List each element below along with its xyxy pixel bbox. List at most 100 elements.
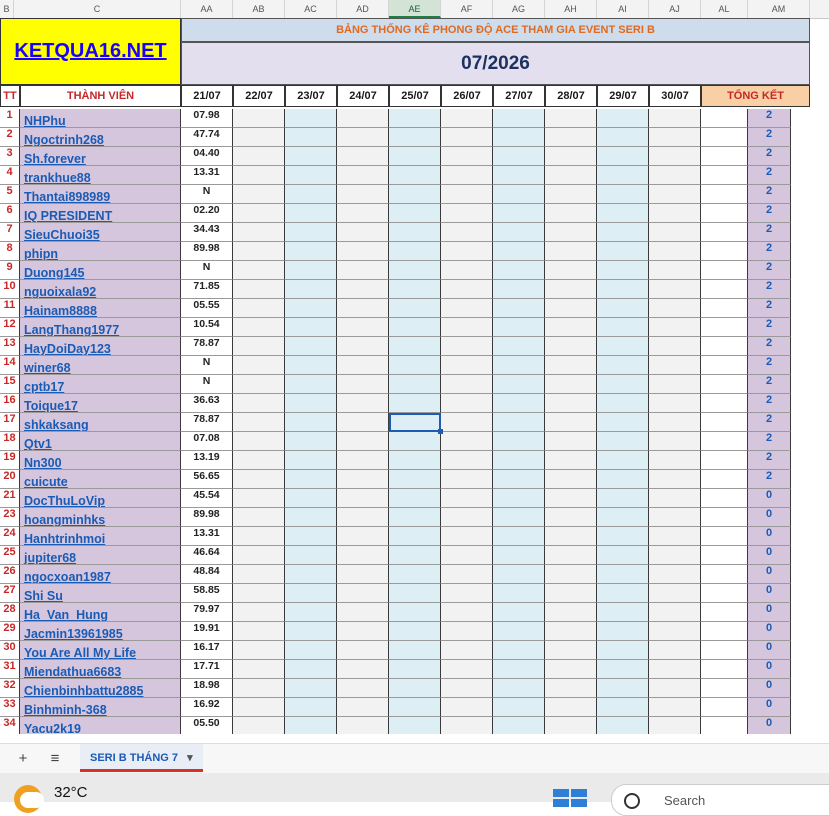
result-cell[interactable] (649, 470, 701, 489)
result-cell[interactable] (545, 299, 597, 318)
result-cell[interactable] (493, 622, 545, 641)
score-cell[interactable]: 2 (748, 318, 791, 337)
result-cell[interactable] (389, 223, 441, 242)
summary-cell[interactable] (701, 698, 748, 717)
result-cell[interactable] (389, 489, 441, 508)
summary-cell[interactable] (701, 451, 748, 470)
column-header-c[interactable]: C (14, 0, 181, 18)
score-cell[interactable]: 0 (748, 565, 791, 584)
result-cell[interactable] (597, 337, 649, 356)
result-cell[interactable] (597, 318, 649, 337)
result-cell[interactable] (389, 698, 441, 717)
result-cell[interactable] (389, 147, 441, 166)
result-cell[interactable] (441, 128, 493, 147)
result-cell[interactable] (493, 318, 545, 337)
result-cell[interactable] (441, 432, 493, 451)
result-cell[interactable] (545, 546, 597, 565)
summary-cell[interactable] (701, 166, 748, 185)
result-cell[interactable] (233, 166, 285, 185)
result-cell[interactable] (233, 565, 285, 584)
result-cell[interactable] (441, 337, 493, 356)
row-number[interactable]: 7 (0, 223, 20, 242)
result-cell[interactable] (545, 603, 597, 622)
result-cell[interactable] (441, 280, 493, 299)
result-cell[interactable] (441, 717, 493, 734)
result-cell[interactable] (597, 204, 649, 223)
result-cell[interactable] (545, 660, 597, 679)
summary-cell[interactable] (701, 546, 748, 565)
result-cell[interactable] (285, 489, 337, 508)
summary-cell[interactable] (701, 280, 748, 299)
result-cell[interactable]: 89.98 (181, 242, 233, 261)
result-cell[interactable] (285, 242, 337, 261)
result-cell[interactable] (493, 698, 545, 717)
result-cell[interactable] (649, 223, 701, 242)
result-cell[interactable] (493, 128, 545, 147)
score-cell[interactable]: 2 (748, 432, 791, 451)
result-cell[interactable] (285, 166, 337, 185)
result-cell[interactable]: N (181, 375, 233, 394)
result-cell[interactable] (597, 489, 649, 508)
result-cell[interactable]: 89.98 (181, 508, 233, 527)
result-cell[interactable] (649, 622, 701, 641)
result-cell[interactable] (545, 717, 597, 734)
result-cell[interactable] (389, 261, 441, 280)
temperature-label[interactable]: 32°C (54, 784, 88, 801)
result-cell[interactable] (649, 603, 701, 622)
result-cell[interactable] (389, 527, 441, 546)
score-cell[interactable]: 2 (748, 470, 791, 489)
result-cell[interactable] (597, 508, 649, 527)
result-cell[interactable] (441, 527, 493, 546)
row-number[interactable]: 2 (0, 128, 20, 147)
result-cell[interactable] (389, 622, 441, 641)
result-cell[interactable] (285, 717, 337, 734)
result-cell[interactable] (285, 185, 337, 204)
result-cell[interactable] (493, 166, 545, 185)
site-logo[interactable]: KETQUA16.NET (0, 18, 181, 85)
result-cell[interactable] (493, 375, 545, 394)
windows-start-icon[interactable] (553, 789, 589, 807)
result-cell[interactable] (597, 185, 649, 204)
result-cell[interactable] (389, 280, 441, 299)
column-header-member[interactable]: THÀNH VIÊN (20, 85, 181, 107)
row-number[interactable]: 14 (0, 356, 20, 375)
score-cell[interactable]: 2 (748, 299, 791, 318)
row-number[interactable]: 18 (0, 432, 20, 451)
result-cell[interactable] (285, 546, 337, 565)
result-cell[interactable] (233, 660, 285, 679)
result-cell[interactable] (337, 280, 389, 299)
result-cell[interactable] (233, 679, 285, 698)
result-cell[interactable] (285, 128, 337, 147)
result-cell[interactable] (337, 109, 389, 128)
result-cell[interactable]: 45.54 (181, 489, 233, 508)
member-name-link[interactable]: nguoixala92 (20, 280, 181, 299)
result-cell[interactable] (493, 413, 545, 432)
result-cell[interactable] (597, 375, 649, 394)
result-cell[interactable] (337, 679, 389, 698)
result-cell[interactable] (441, 242, 493, 261)
result-cell[interactable] (649, 185, 701, 204)
member-name-link[interactable]: cuicute (20, 470, 181, 489)
column-header-aj[interactable]: AJ (649, 0, 701, 18)
summary-cell[interactable] (701, 432, 748, 451)
score-cell[interactable]: 2 (748, 128, 791, 147)
score-cell[interactable]: 0 (748, 679, 791, 698)
result-cell[interactable] (389, 185, 441, 204)
row-number[interactable]: 30 (0, 641, 20, 660)
member-name-link[interactable]: Ngoctrinh268 (20, 128, 181, 147)
row-number[interactable]: 12 (0, 318, 20, 337)
result-cell[interactable] (493, 508, 545, 527)
result-cell[interactable] (337, 375, 389, 394)
result-cell[interactable] (649, 337, 701, 356)
score-cell[interactable]: 2 (748, 147, 791, 166)
result-cell[interactable] (233, 432, 285, 451)
result-cell[interactable] (441, 603, 493, 622)
row-number[interactable]: 21 (0, 489, 20, 508)
result-cell[interactable] (597, 394, 649, 413)
member-name-link[interactable]: Binhminh-368 (20, 698, 181, 717)
member-name-link[interactable]: DocThuLoVip (20, 489, 181, 508)
result-cell[interactable] (441, 204, 493, 223)
result-cell[interactable] (649, 565, 701, 584)
result-cell[interactable] (545, 451, 597, 470)
summary-cell[interactable] (701, 147, 748, 166)
